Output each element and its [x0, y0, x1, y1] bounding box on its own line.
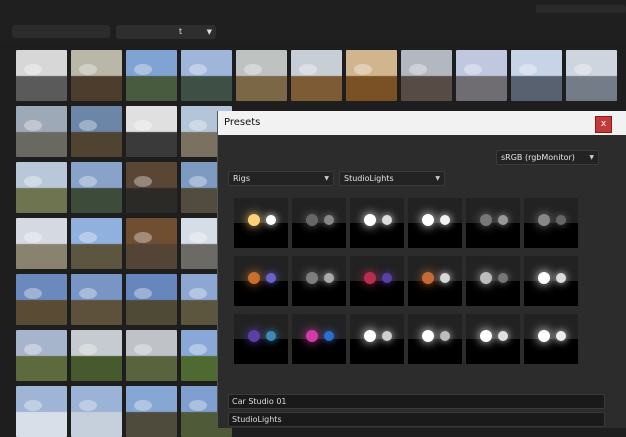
- preset-thumbnail[interactable]: [234, 314, 288, 364]
- colorspace-select-value: sRGB (rgbMonitor): [501, 153, 575, 162]
- environment-thumbnail[interactable]: [291, 50, 342, 101]
- dialog-titlebar: Presets x: [218, 111, 626, 135]
- preset-thumbnail[interactable]: [408, 256, 462, 306]
- environment-thumbnail[interactable]: [71, 330, 122, 381]
- environment-thumbnail[interactable]: [16, 218, 67, 269]
- preset-thumbnail[interactable]: [292, 256, 346, 306]
- search-input[interactable]: [12, 25, 110, 38]
- environment-thumbnail[interactable]: [16, 330, 67, 381]
- preset-thumbnail[interactable]: [466, 314, 520, 364]
- preset-thumbnail[interactable]: [292, 198, 346, 248]
- environment-thumbnail[interactable]: [71, 218, 122, 269]
- environment-thumbnail[interactable]: [71, 162, 122, 213]
- environment-thumbnail[interactable]: [16, 162, 67, 213]
- preset-thumbnail[interactable]: [234, 256, 288, 306]
- environment-thumbnail[interactable]: [126, 162, 177, 213]
- preset-thumbnail[interactable]: [350, 198, 404, 248]
- preset-thumbnail[interactable]: [466, 198, 520, 248]
- environment-thumbnail[interactable]: [71, 50, 122, 101]
- environment-thumbnail[interactable]: [401, 50, 452, 101]
- environment-thumbnail[interactable]: [16, 386, 67, 437]
- preset-thumbnail[interactable]: [350, 314, 404, 364]
- environment-thumbnail[interactable]: [71, 274, 122, 325]
- preset-thumbnail[interactable]: [350, 256, 404, 306]
- type-select-value: Rigs: [233, 174, 251, 183]
- environment-thumbnail[interactable]: [511, 50, 562, 101]
- preset-thumbnail[interactable]: [408, 314, 462, 364]
- category-select-value: t: [179, 27, 183, 36]
- preset-name-field[interactable]: Car Studio 01: [228, 394, 605, 409]
- environment-thumbnail[interactable]: [181, 50, 232, 101]
- top-toolbar: t ▼: [0, 0, 626, 44]
- group-select-value: StudioLights: [344, 174, 394, 183]
- environment-thumbnail[interactable]: [126, 50, 177, 101]
- environment-thumbnail[interactable]: [126, 386, 177, 437]
- environment-thumbnail[interactable]: [346, 50, 397, 101]
- chevron-down-icon: ▼: [589, 154, 594, 161]
- environment-thumbnail[interactable]: [16, 106, 67, 157]
- preset-thumbnail[interactable]: [292, 314, 346, 364]
- environment-thumbnail[interactable]: [566, 50, 617, 101]
- dialog-title: Presets: [224, 117, 261, 128]
- category-select[interactable]: t ▼: [116, 25, 216, 39]
- preset-thumbnail[interactable]: [524, 256, 578, 306]
- preset-thumbnail[interactable]: [408, 198, 462, 248]
- environment-thumbnail[interactable]: [126, 218, 177, 269]
- environment-thumbnail[interactable]: [236, 50, 287, 101]
- chevron-down-icon: ▼: [435, 175, 440, 182]
- group-select[interactable]: StudioLights ▼: [339, 171, 445, 186]
- environment-thumbnail[interactable]: [16, 50, 67, 101]
- preset-thumbnail[interactable]: [234, 198, 288, 248]
- colorspace-select[interactable]: sRGB (rgbMonitor) ▼: [496, 150, 599, 165]
- environment-thumbnail[interactable]: [71, 106, 122, 157]
- chevron-down-icon: ▼: [206, 28, 212, 36]
- presets-dialog: Presets x sRGB (rgbMonitor) ▼ Rigs ▼ Stu…: [217, 111, 626, 428]
- environment-thumbnail[interactable]: [16, 274, 67, 325]
- preset-group-field[interactable]: StudioLights: [228, 412, 605, 427]
- environment-thumbnail[interactable]: [126, 274, 177, 325]
- chevron-down-icon: ▼: [324, 175, 329, 182]
- status-strip: [536, 5, 626, 13]
- environment-thumbnail[interactable]: [456, 50, 507, 101]
- preset-thumbnail[interactable]: [524, 314, 578, 364]
- type-select[interactable]: Rigs ▼: [228, 171, 334, 186]
- environment-thumbnail[interactable]: [126, 330, 177, 381]
- environment-thumbnail[interactable]: [71, 386, 122, 437]
- preset-thumbnail[interactable]: [524, 198, 578, 248]
- preset-thumbnail[interactable]: [466, 256, 520, 306]
- environment-thumbnail[interactable]: [126, 106, 177, 157]
- close-button[interactable]: x: [595, 116, 612, 133]
